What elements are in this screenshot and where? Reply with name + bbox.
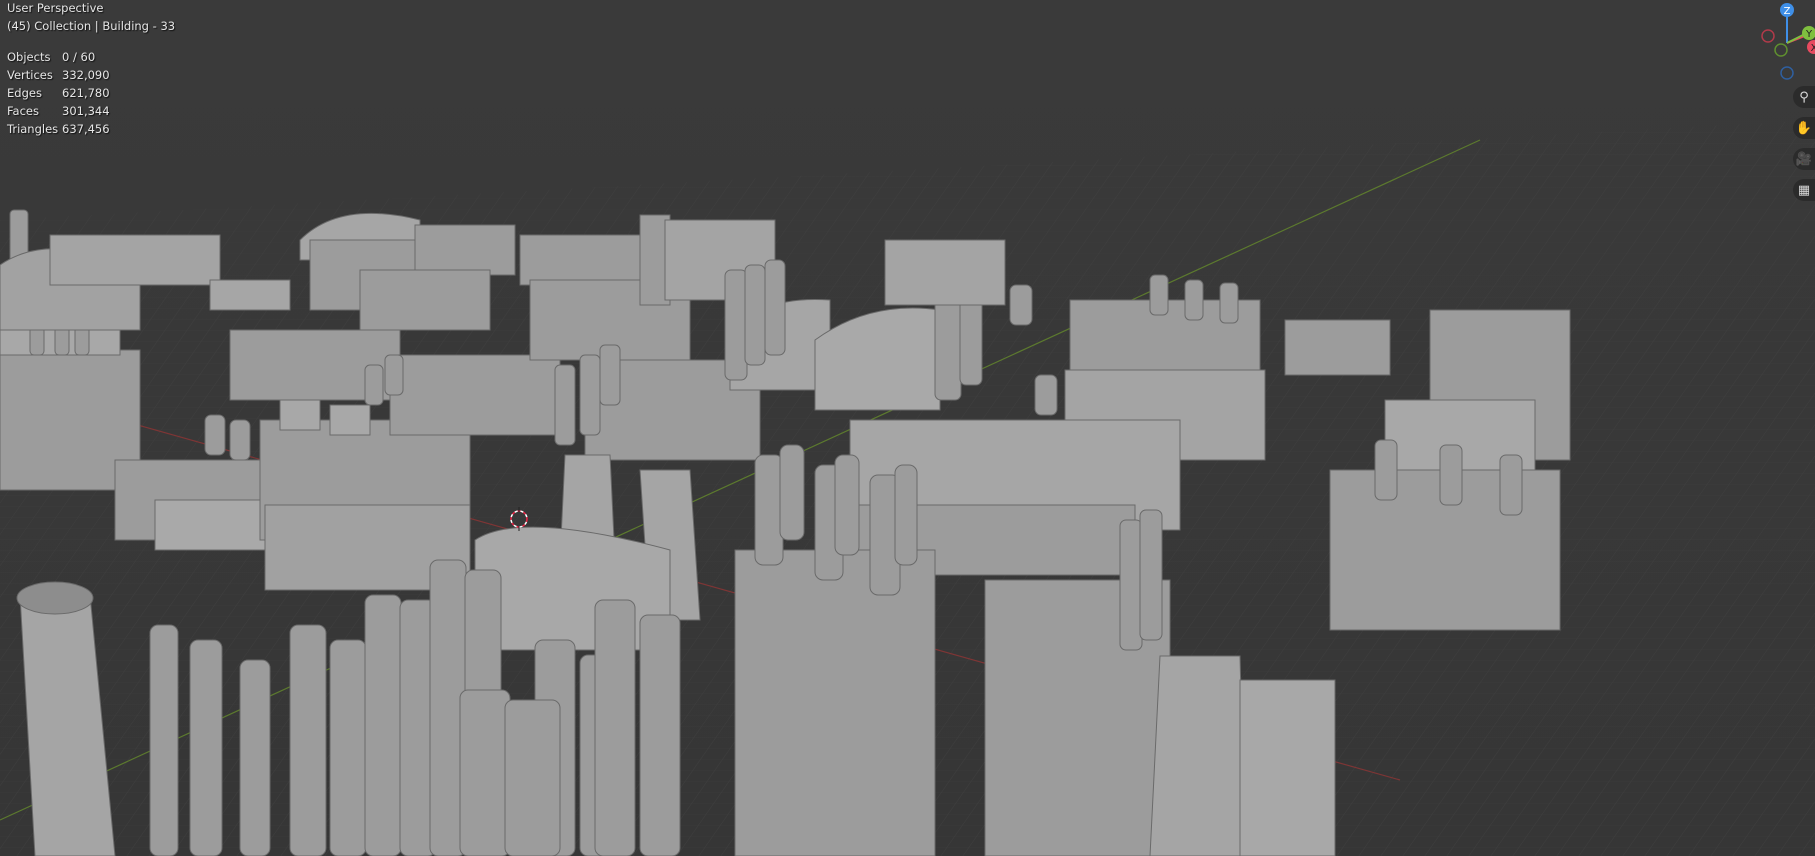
z-axis-label: Z [1784,6,1791,17]
collection-info-label: (45) Collection | Building - 33 [7,19,176,33]
stat-label: Edges [7,86,42,100]
zoom-icon[interactable]: ⚲ [1793,86,1815,108]
stat-value: 637,456 [62,122,110,136]
navigation-tools: ⚲ ✋ 🎥 ▦ [1793,86,1815,210]
stat-row-triangles: Triangles 637,456 [7,120,110,138]
stat-row-objects: Objects 0 / 60 [7,48,110,66]
view-name-label: User Perspective [7,1,104,15]
camera-view-icon[interactable]: 🎥 [1793,148,1815,170]
stat-value: 332,090 [62,68,110,82]
stat-row-vertices: Vertices 332,090 [7,66,110,84]
stat-value: 0 / 60 [62,50,96,64]
stat-label: Triangles [7,122,59,136]
x-axis-label: X [1811,43,1815,54]
stat-value: 301,344 [62,104,110,118]
stat-label: Objects [7,50,51,64]
ortho-grid-icon[interactable]: ▦ [1793,179,1815,201]
stat-value: 621,780 [62,86,110,100]
y-axis-label: Y [1805,29,1813,40]
scene-statistics: Objects 0 / 60 Vertices 332,090 Edges 62… [7,48,110,138]
stat-label: Faces [7,104,39,118]
3d-viewport[interactable]: User Perspective (45) Collection | Build… [0,0,1815,856]
scene-canvas[interactable] [0,0,1815,856]
pan-hand-icon[interactable]: ✋ [1793,117,1815,139]
stat-label: Vertices [7,68,53,82]
navigation-gizmo[interactable]: Z Y X [1745,0,1815,80]
tower-block [734,549,936,856]
stat-row-edges: Edges 621,780 [7,84,110,102]
stat-row-faces: Faces 301,344 [7,102,110,120]
